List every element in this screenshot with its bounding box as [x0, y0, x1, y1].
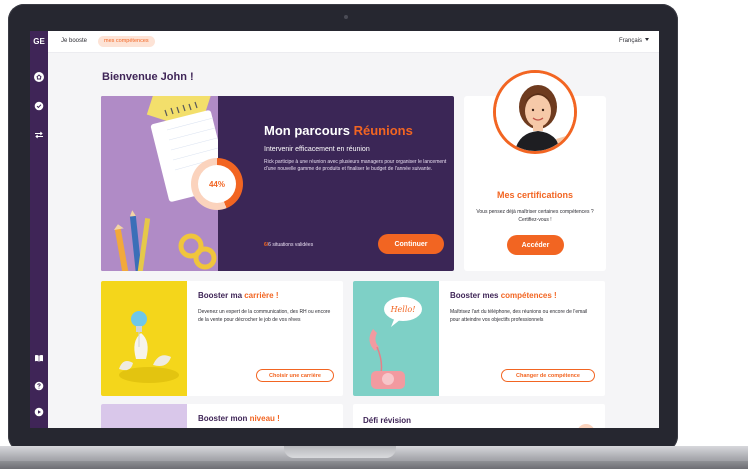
laptop-base-front: [0, 461, 748, 469]
app-logo[interactable]: GE: [30, 37, 48, 46]
change-skill-button[interactable]: Changer de compétence: [501, 369, 595, 382]
level-title-text: Booster mon: [198, 414, 250, 423]
certifications-description: Vous pensez déjà maîtriser certaines com…: [476, 209, 594, 223]
access-button[interactable]: Accéder: [507, 235, 564, 255]
continue-button[interactable]: Continuer: [378, 234, 444, 254]
speech-bubble-text: Hello!: [390, 305, 416, 314]
breadcrumb[interactable]: Je booste: [61, 38, 87, 44]
language-label: Français: [618, 38, 642, 44]
skills-title-accent: compétences !: [500, 291, 557, 300]
telephone-photo: Hello!: [353, 281, 439, 396]
revision-badge: [577, 424, 595, 428]
chevron-down-icon: [645, 38, 649, 41]
home-icon[interactable]: [34, 72, 44, 82]
progress-percent: 44%: [198, 165, 236, 203]
help-icon[interactable]: [34, 381, 44, 391]
top-bar: Je booste mes compétences Français: [48, 31, 659, 53]
career-title-accent: carrière !: [244, 291, 279, 300]
level-title-accent: niveau !: [249, 414, 280, 423]
lightbulb-photo: [101, 281, 187, 396]
progress-ring: 44%: [191, 158, 243, 210]
sidebar: GE: [30, 31, 48, 428]
skills-title: Booster mes compétences !: [450, 291, 557, 300]
level-card: Booster mon niveau !: [101, 404, 343, 428]
book-icon[interactable]: [34, 353, 44, 363]
skills-card: Hello! Booster mes compétences ! Maîtris…: [353, 281, 605, 396]
situations-count: 6/6 situations validées: [264, 242, 313, 248]
situations-label: situations validées: [270, 242, 314, 248]
laptop-mockup: GE Je booste mes compétences Français Bi…: [0, 0, 748, 469]
revision-title: Défi révision: [363, 416, 412, 425]
parcours-title-accent: Réunions: [353, 123, 413, 138]
choose-career-button[interactable]: Choisir une carrière: [256, 369, 334, 382]
parcours-subtitle: Intervenir efficacement en réunion: [264, 146, 370, 153]
certification-avatar: [493, 70, 577, 154]
parcours-title: Mon parcours Réunions: [264, 123, 413, 138]
level-photo: [101, 404, 187, 428]
parcours-title-text: Mon parcours: [264, 123, 354, 138]
play-icon[interactable]: [34, 407, 44, 417]
laptop-notch: [284, 446, 396, 458]
page-title: Bienvenue John !: [102, 71, 194, 83]
certifications-title: Mes certifications: [496, 190, 574, 200]
swap-arrows-icon[interactable]: [34, 130, 44, 140]
camera: [344, 15, 348, 19]
career-title: Booster ma carrière !: [198, 291, 278, 300]
parcours-description: Rick participe à une réunion avec plusie…: [264, 159, 447, 172]
skills-description: Maîtrisez l'art du téléphone, des réunio…: [450, 309, 588, 323]
breadcrumb-pill[interactable]: mes compétences: [98, 36, 155, 47]
career-card: Booster ma carrière ! Devenez un expert …: [101, 281, 343, 396]
app-screen: GE Je booste mes compétences Français Bi…: [30, 31, 659, 428]
language-selector[interactable]: Français: [619, 38, 649, 44]
parcours-card: 44% Mon parcours Réunions Intervenir eff…: [101, 96, 454, 271]
revision-card: Défi révision: [353, 404, 605, 428]
career-title-text: Booster ma: [198, 291, 245, 300]
career-description: Devenez un expert de la communication, d…: [198, 309, 331, 323]
skills-title-text: Booster mes: [450, 291, 501, 300]
certifications-card: Mes certifications Vous pensez déjà maît…: [464, 70, 606, 271]
level-title: Booster mon niveau !: [198, 414, 280, 423]
check-badge-icon[interactable]: [34, 101, 44, 111]
